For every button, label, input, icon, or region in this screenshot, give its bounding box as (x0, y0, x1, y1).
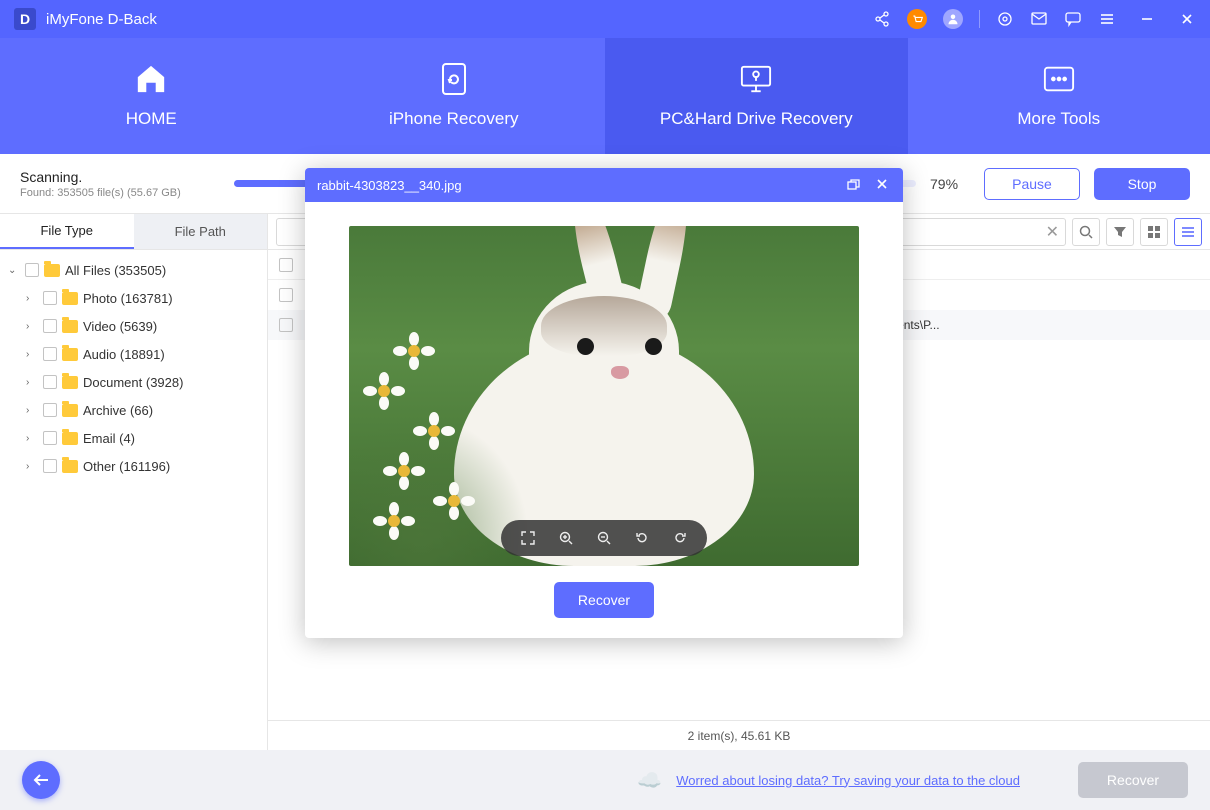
tab-file-type[interactable]: File Type (0, 214, 134, 249)
tree-photo[interactable]: ›Photo (163781) (0, 284, 267, 312)
tree-all-files[interactable]: ⌄All Files (353505) (0, 256, 267, 284)
footer-bar: ☁️ Worred about losing data? Try saving … (0, 750, 1210, 810)
nav-pchdd-label: PC&Hard Drive Recovery (660, 109, 853, 129)
nav-iphone-recovery[interactable]: iPhone Recovery (303, 38, 606, 154)
clear-search-icon[interactable]: ✕ (1046, 222, 1059, 242)
menu-icon[interactable] (1098, 10, 1116, 28)
user-icon[interactable] (943, 9, 963, 29)
cloud-icon: ☁️ (637, 768, 662, 793)
tree-audio-label: Audio (18891) (83, 347, 165, 362)
preview-header: rabbit-4303823__340.jpg (305, 168, 903, 202)
zoom-out-icon[interactable] (595, 529, 613, 547)
tree-email-label: Email (4) (83, 431, 135, 446)
nav-pc-hdd-recovery[interactable]: PC&Hard Drive Recovery (605, 38, 908, 154)
share-icon[interactable] (873, 10, 891, 28)
tree-all-label: All Files (353505) (65, 263, 166, 278)
monitor-key-icon (740, 63, 772, 95)
sidebar: File Type File Path ⌄All Files (353505) … (0, 214, 268, 750)
tree-video-label: Video (5639) (83, 319, 157, 334)
tree-video[interactable]: ›Video (5639) (0, 312, 267, 340)
home-icon (135, 63, 167, 95)
tree-photo-label: Photo (163781) (83, 291, 173, 306)
preview-modal: rabbit-4303823__340.jpg (305, 168, 903, 638)
tree-document-label: Document (3928) (83, 375, 183, 390)
titlebar-icons (873, 9, 1196, 29)
selection-summary: 2 item(s), 45.61 KB (268, 720, 1210, 750)
close-preview-icon[interactable] (873, 174, 891, 196)
recover-button-modal[interactable]: Recover (554, 582, 654, 618)
search-icon[interactable] (1072, 218, 1100, 246)
pause-button[interactable]: Pause (984, 168, 1080, 200)
fullscreen-icon[interactable] (519, 529, 537, 547)
chat-icon[interactable] (1064, 10, 1082, 28)
tree-archive-label: Archive (66) (83, 403, 153, 418)
phone-refresh-icon (438, 63, 470, 95)
recover-button-footer[interactable]: Recover (1078, 762, 1188, 798)
preview-image (349, 226, 859, 566)
cloud-backup-link[interactable]: Worred about losing data? Try saving you… (676, 773, 1020, 788)
app-title: iMyFone D-Back (46, 11, 157, 28)
list-view-icon[interactable] (1174, 218, 1202, 246)
filter-icon[interactable] (1106, 218, 1134, 246)
scan-found-text: Found: 353505 file(s) (55.67 GB) (20, 187, 220, 199)
app-logo: D (14, 8, 36, 30)
nav-home[interactable]: HOME (0, 38, 303, 154)
image-controls (501, 520, 707, 556)
minimize-icon[interactable] (1138, 10, 1156, 28)
nav-home-label: HOME (126, 109, 177, 129)
scan-status-text: Scanning. (20, 169, 220, 185)
tree-archive[interactable]: ›Archive (66) (0, 396, 267, 424)
file-type-tree: ⌄All Files (353505) ›Photo (163781) ›Vid… (0, 250, 267, 750)
sidebar-tabs: File Type File Path (0, 214, 267, 250)
row-checkbox[interactable] (279, 288, 293, 302)
nav-more-tools[interactable]: More Tools (908, 38, 1210, 154)
cart-icon[interactable] (907, 9, 927, 29)
tree-email[interactable]: ›Email (4) (0, 424, 267, 452)
nav-iphone-label: iPhone Recovery (389, 109, 518, 129)
select-all-checkbox[interactable] (279, 258, 293, 272)
tree-document[interactable]: ›Document (3928) (0, 368, 267, 396)
title-bar: D iMyFone D-Back (0, 0, 1210, 38)
scan-percent: 79% (930, 176, 970, 192)
nav-more-label: More Tools (1017, 109, 1100, 129)
mail-icon[interactable] (1030, 10, 1048, 28)
stop-button[interactable]: Stop (1094, 168, 1190, 200)
main-nav: HOME iPhone Recovery PC&Hard Drive Recov… (0, 38, 1210, 154)
preview-filename: rabbit-4303823__340.jpg (317, 178, 834, 193)
zoom-in-icon[interactable] (557, 529, 575, 547)
tree-other[interactable]: ›Other (161196) (0, 452, 267, 480)
tab-file-path[interactable]: File Path (134, 214, 268, 249)
grid-view-icon[interactable] (1140, 218, 1168, 246)
rotate-right-icon[interactable] (671, 529, 689, 547)
more-icon (1043, 63, 1075, 95)
rotate-left-icon[interactable] (633, 529, 651, 547)
back-button[interactable] (22, 761, 60, 799)
tree-audio[interactable]: ›Audio (18891) (0, 340, 267, 368)
restore-window-icon[interactable] (844, 174, 863, 196)
tree-other-label: Other (161196) (83, 459, 170, 474)
close-icon[interactable] (1178, 10, 1196, 28)
row-checkbox[interactable] (279, 318, 293, 332)
target-icon[interactable] (996, 10, 1014, 28)
